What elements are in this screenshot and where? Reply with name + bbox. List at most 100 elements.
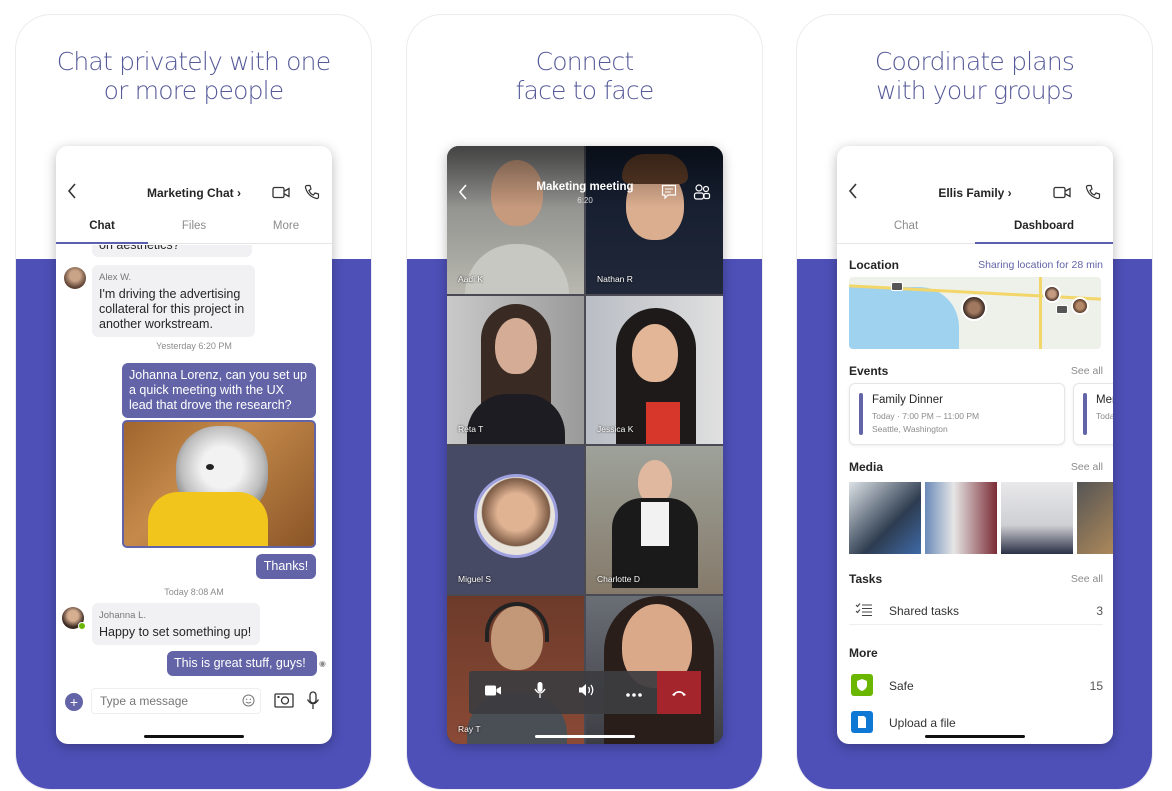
video-tile[interactable]: Ray T [447, 596, 584, 744]
headline-line-2: face to face [515, 76, 655, 105]
safe-row[interactable]: Safe 15 [849, 674, 1103, 700]
phone-call-icon[interactable] [1085, 184, 1101, 200]
event-time: Today · 7:00 PM – 11:00 PM [872, 411, 980, 421]
section-title: Tasks [849, 572, 883, 586]
section-title: Events [849, 364, 889, 378]
section-title: More [849, 646, 878, 660]
location-section-header: Location Sharing location for 28 min [849, 258, 1103, 272]
shared-tasks-row[interactable]: Shared tasks 3 [849, 599, 1103, 625]
microphone-icon [533, 681, 546, 704]
more-section-header: More [849, 646, 1103, 660]
row-label: Safe [889, 679, 914, 693]
map-member-pin[interactable] [961, 295, 987, 321]
message-list[interactable]: on aesthetics? Alex W. I'm driving the a… [56, 245, 332, 686]
see-all-events-link[interactable]: See all [1071, 365, 1103, 377]
see-all-media-link[interactable]: See all [1071, 461, 1103, 473]
tab-dashboard[interactable]: Dashboard [975, 214, 1113, 244]
map-member-pin[interactable] [1043, 285, 1061, 303]
group-title[interactable]: Ellis Family › [837, 186, 1113, 200]
panel-headline: Coordinate plans with your groups [797, 47, 1152, 105]
video-toggle-button[interactable] [469, 671, 516, 714]
phone-screen-chat: Marketing Chat › Chat Files More on aest… [56, 146, 332, 744]
call-controls [469, 671, 701, 714]
video-tile-audio-only[interactable]: Miguel S [447, 446, 584, 594]
video-call-icon[interactable] [1053, 186, 1071, 199]
microphone-icon[interactable] [306, 691, 320, 715]
more-options-button[interactable] [610, 671, 657, 714]
message-bubble-in: Alex W. I'm driving the advertising coll… [92, 265, 255, 337]
upload-file-icon [851, 711, 873, 733]
phone-screen-dashboard: Ellis Family › Chat Dashboard Location S… [837, 146, 1113, 744]
location-map[interactable] [849, 277, 1101, 349]
headline-line-1: Connect [535, 47, 635, 76]
media-thumbnail[interactable] [1001, 482, 1073, 554]
emoji-smiley-icon[interactable] [242, 694, 255, 712]
event-card[interactable]: Mer Toda [1073, 383, 1113, 445]
add-attachment-plus-icon[interactable]: + [65, 693, 83, 711]
message-line: lead that drove the research? [129, 398, 292, 412]
safe-shield-icon [851, 674, 873, 696]
video-grid: Aadi K Nathan R Reta T Jessica K Miguel … [447, 146, 723, 744]
event-accent-bar [1083, 393, 1087, 435]
video-tile[interactable] [586, 596, 723, 744]
tab-chat[interactable]: Chat [56, 214, 148, 244]
media-thumbnail[interactable] [1077, 482, 1113, 554]
message-line: a quick meeting with the UX [129, 383, 284, 397]
event-card[interactable]: Family Dinner Today · 7:00 PM – 11:00 PM… [849, 383, 1065, 445]
message-text: on aesthetics? [99, 245, 180, 252]
call-header: Maketing meeting 6:20 [447, 146, 723, 208]
map-water [849, 287, 959, 349]
message-input[interactable] [91, 688, 261, 714]
mute-button[interactable] [516, 671, 563, 714]
phone-screen-video: Aadi K Nathan R Reta T Jessica K Miguel … [447, 146, 723, 744]
video-tile[interactable]: Reta T [447, 296, 584, 444]
participant-name: Miguel S [458, 574, 492, 584]
participant-avatar-ring [474, 474, 558, 558]
speaker-button[interactable] [563, 671, 610, 714]
video-call-icon[interactable] [272, 186, 290, 199]
participant-face [632, 324, 678, 382]
shared-photo-dog[interactable] [122, 420, 316, 548]
dog-raincoat [148, 492, 268, 546]
camera-icon[interactable] [274, 693, 294, 713]
chat-tabs: Chat Files More [56, 214, 332, 244]
video-tile[interactable]: Charlotte D [586, 446, 723, 594]
home-indicator [925, 735, 1025, 738]
message-line: collateral for this project in [99, 302, 245, 316]
upload-file-row[interactable]: Upload a file [849, 711, 1103, 737]
message-sender: Johanna L. [99, 610, 147, 621]
call-duration: 6:20 [577, 196, 593, 205]
chat-title[interactable]: Marketing Chat › [56, 186, 332, 200]
participant-body [465, 244, 569, 294]
headline-line-2: with your groups [875, 76, 1074, 105]
hang-up-button[interactable] [657, 671, 701, 714]
tab-files[interactable]: Files [148, 214, 240, 243]
tab-chat[interactable]: Chat [837, 214, 975, 243]
more-dots-icon [625, 684, 642, 702]
event-time: Toda [1096, 411, 1113, 421]
panel-headline: Chat privately with one or more people [16, 47, 371, 105]
video-tile[interactable]: Jessica K [586, 296, 723, 444]
media-thumbnail[interactable] [925, 482, 997, 554]
participant-name: Charlotte D [597, 574, 640, 584]
avatar-alex[interactable] [64, 267, 86, 289]
event-location: Seattle, Washington [872, 424, 948, 434]
meeting-title: Maketing meeting [536, 181, 634, 193]
map-car-icon [1056, 305, 1068, 314]
presence-available-icon [78, 622, 86, 630]
media-thumbnail[interactable] [849, 482, 921, 554]
phone-call-icon[interactable] [304, 184, 320, 200]
participant-shirt [646, 402, 680, 444]
section-title: Media [849, 460, 884, 474]
tasks-section-header: Tasks See all [849, 572, 1103, 586]
participants-people-icon[interactable] [693, 183, 711, 206]
map-member-pin[interactable] [1071, 297, 1089, 315]
speaker-icon [578, 683, 596, 702]
message-bubble-out: This is great stuff, guys! [167, 651, 317, 676]
participant-shirt [641, 502, 669, 546]
chat-bubble-icon[interactable] [661, 184, 677, 205]
headphones [485, 602, 549, 642]
see-all-tasks-link[interactable]: See all [1071, 573, 1103, 585]
tab-more[interactable]: More [240, 214, 332, 243]
events-section-header: Events See all [849, 364, 1103, 378]
